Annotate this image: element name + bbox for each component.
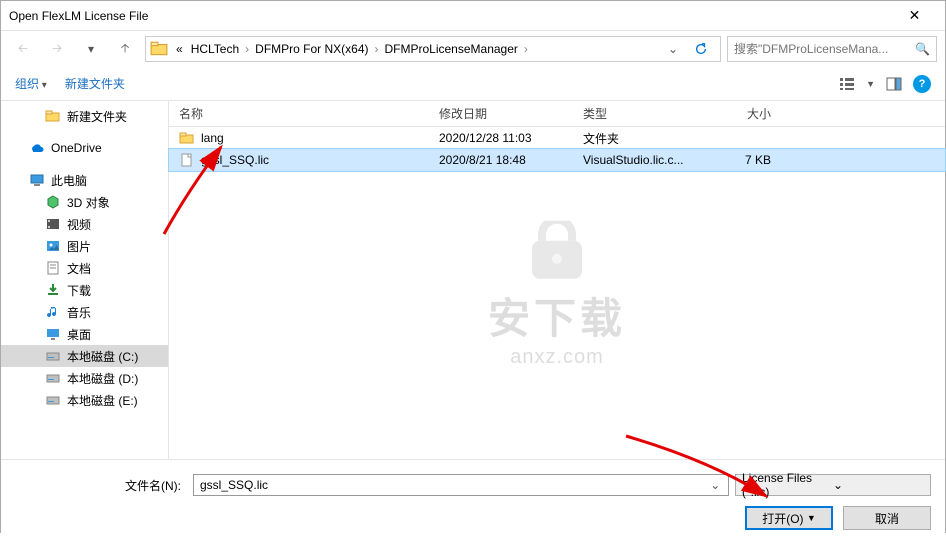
sidebar-item-label: 本地磁盘 (D:) <box>67 370 138 387</box>
help-icon[interactable]: ? <box>913 75 931 93</box>
sidebar-item-label: 3D 对象 <box>67 194 110 211</box>
sidebar-item-label: 文档 <box>67 260 91 277</box>
sidebar-item-label: 桌面 <box>67 326 91 343</box>
breadcrumb-item[interactable]: DFMProLicenseManager <box>381 38 522 60</box>
sidebar-item-label: 图片 <box>67 238 91 255</box>
column-headers: 名称 修改日期 类型 大小 <box>169 101 945 127</box>
file-date: 2020/12/28 11:03 <box>429 131 573 145</box>
column-name[interactable]: 名称 <box>169 105 429 122</box>
search-input[interactable]: 🔍 <box>727 36 937 62</box>
chevron-right-icon[interactable]: › <box>373 42 381 56</box>
sidebar-item-label: 本地磁盘 (C:) <box>67 348 138 365</box>
file-type: 文件夹 <box>573 130 701 147</box>
breadcrumb[interactable]: « HCLTech › DFMPro For NX(x64) › DFMProL… <box>145 36 721 62</box>
view-details-icon[interactable] <box>838 75 856 93</box>
file-row[interactable]: lang 2020/12/28 11:03文件夹 <box>169 127 945 149</box>
breadcrumb-prefix[interactable]: « <box>172 38 187 60</box>
sidebar-item[interactable]: 新建文件夹 <box>1 105 168 127</box>
sidebar-item-label: 视频 <box>67 216 91 233</box>
disk-icon <box>45 392 61 408</box>
organize-menu[interactable]: 组织 <box>15 75 47 92</box>
forward-button[interactable]: 🡢 <box>43 36 71 62</box>
file-row[interactable]: gssl_SSQ.lic 2020/8/21 18:48VisualStudio.… <box>169 149 945 171</box>
window-title: Open FlexLM License File <box>9 9 892 23</box>
sidebar-item[interactable]: 桌面 <box>1 323 168 345</box>
breadcrumb-item[interactable]: HCLTech <box>187 38 243 60</box>
sidebar: 新建文件夹 OneDrive 此电脑 3D 对象视频图片文档下载音乐桌面本地磁盘 (C… <box>1 101 169 459</box>
recent-locations-dropdown[interactable]: ▾ <box>77 36 105 62</box>
preview-pane-icon[interactable] <box>885 75 903 93</box>
chevron-right-icon[interactable]: › <box>243 42 251 56</box>
3d-icon <box>45 194 61 210</box>
watermark: 安下载 anxz.com <box>488 221 626 369</box>
sidebar-item[interactable]: 文档 <box>1 257 168 279</box>
up-button[interactable]: 🡡 <box>111 36 139 62</box>
music-icon <box>45 304 61 320</box>
sidebar-item-label: 此电脑 <box>51 172 87 189</box>
column-size[interactable]: 大小 <box>701 105 791 122</box>
filetype-filter[interactable]: License Files (*.lic) ⌄ <box>735 474 931 496</box>
sidebar-item[interactable]: 本地磁盘 (C:) <box>1 345 168 367</box>
address-bar: 🡠 🡢 ▾ 🡡 « HCLTech › DFMPro For NX(x64) ›… <box>1 31 945 67</box>
file-date: 2020/8/21 18:48 <box>429 153 573 167</box>
folder-icon <box>45 108 61 124</box>
cloud-icon <box>29 140 45 156</box>
doc-icon <box>45 260 61 276</box>
file-name: lang <box>201 131 224 145</box>
sidebar-item[interactable]: 本地磁盘 (E:) <box>1 389 168 411</box>
cancel-button[interactable]: 取消 <box>843 506 931 530</box>
sidebar-item-label: 新建文件夹 <box>67 108 127 125</box>
disk-icon <box>45 348 61 364</box>
filename-label: 文件名(N): <box>15 477 187 494</box>
folder-icon <box>150 40 168 58</box>
filename-input[interactable]: ⌄ <box>193 474 729 496</box>
image-icon <box>45 238 61 254</box>
file-name: gssl_SSQ.lic <box>201 153 269 167</box>
bottom-panel: 文件名(N): ⌄ License Files (*.lic) ⌄ 打开(O) … <box>1 459 945 542</box>
chevron-down-icon: ⌄ <box>833 478 924 492</box>
file-list: 名称 修改日期 类型 大小 lang 2020/12/28 11:03文件夹 gss… <box>169 101 945 459</box>
sidebar-item[interactable]: 3D 对象 <box>1 191 168 213</box>
close-button[interactable]: ✕ <box>892 7 937 24</box>
sidebar-item[interactable]: 此电脑 <box>1 169 168 191</box>
toolbar: 组织 新建文件夹 ▼ ? <box>1 67 945 101</box>
back-button[interactable]: 🡠 <box>9 36 37 62</box>
open-button[interactable]: 打开(O) ▼ <box>745 506 833 530</box>
sidebar-item-label: 下载 <box>67 282 91 299</box>
open-button-dropdown-icon[interactable]: ▼ <box>807 513 816 523</box>
chevron-right-icon[interactable]: › <box>522 42 530 56</box>
sidebar-item-label: 本地磁盘 (E:) <box>67 392 138 409</box>
column-type[interactable]: 类型 <box>573 105 701 122</box>
sidebar-item[interactable]: 音乐 <box>1 301 168 323</box>
search-field[interactable] <box>734 42 911 56</box>
sidebar-item[interactable]: OneDrive <box>1 137 168 159</box>
file-type: VisualStudio.lic.c... <box>573 153 701 167</box>
file-size: 7 KB <box>701 153 791 167</box>
video-icon <box>45 216 61 232</box>
pc-icon <box>29 172 45 188</box>
new-folder-button[interactable]: 新建文件夹 <box>65 75 125 92</box>
view-dropdown[interactable]: ▼ <box>866 79 875 89</box>
breadcrumb-item[interactable]: DFMPro For NX(x64) <box>251 38 372 60</box>
sidebar-item[interactable]: 本地磁盘 (D:) <box>1 367 168 389</box>
sidebar-item[interactable]: 图片 <box>1 235 168 257</box>
folder-icon <box>179 130 195 146</box>
disk-icon <box>45 370 61 386</box>
column-date[interactable]: 修改日期 <box>429 105 573 122</box>
sidebar-item-label: 音乐 <box>67 304 91 321</box>
refresh-button[interactable] <box>686 42 716 56</box>
download-icon <box>45 282 61 298</box>
sidebar-item-label: OneDrive <box>51 141 102 155</box>
breadcrumb-history-dropdown[interactable]: ⌄ <box>660 42 686 56</box>
filter-label: License Files (*.lic) <box>742 471 833 499</box>
file-icon <box>179 152 195 168</box>
sidebar-item[interactable]: 视频 <box>1 213 168 235</box>
search-icon: 🔍 <box>915 42 930 56</box>
sidebar-item[interactable]: 下载 <box>1 279 168 301</box>
filename-field[interactable] <box>200 478 710 492</box>
filename-dropdown[interactable]: ⌄ <box>710 478 722 492</box>
desktop-icon <box>45 326 61 342</box>
